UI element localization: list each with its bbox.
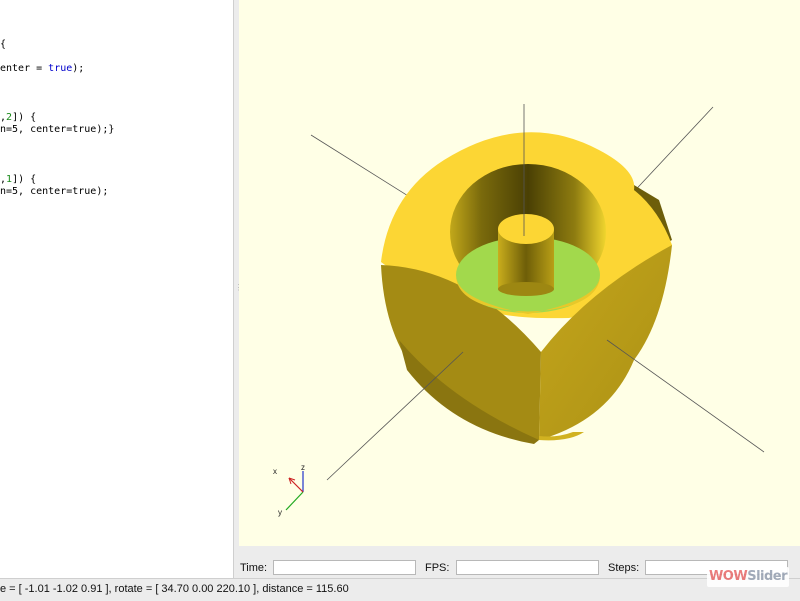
code-line: { [0,39,6,51]
gizmo-y-label: y [278,508,282,517]
steps-label: Steps: [608,562,640,574]
code-line: ,1]) { [0,174,36,186]
code-token: { [0,39,7,50]
neg-y-axis-line [326,351,464,481]
center-pin-base [498,282,554,296]
fps-field [456,560,599,575]
watermark-logo: WOWSlider [707,567,789,587]
gizmo-y-line [285,491,304,511]
fps-label: FPS: [425,562,450,574]
code-line: n=5, center=true);} [0,124,114,136]
time-field [273,560,416,575]
splitter-grip-icon: ⋮ [235,284,243,292]
center-pin-top [498,214,554,244]
time-label: Time: [240,562,268,574]
code-token: ]) { [12,174,37,185]
code-token: n=5, center=true);} [0,124,115,135]
code-token: true [48,63,73,74]
code-line: enter = true); [0,63,84,75]
code-token: n=5, center=true); [0,186,109,197]
neg-x-axis-line [606,339,765,453]
3d-viewport[interactable]: z x y [239,0,800,546]
code-token: ); [72,63,85,74]
status-bar: e = [ -1.01 -1.02 0.91 ], rotate = [ 34.… [0,578,800,601]
code-token: ]) { [12,112,37,123]
viewport-status-text: e = [ -1.01 -1.02 0.91 ], rotate = [ 34.… [0,583,349,595]
watermark-part2: Slider [747,569,788,584]
gizmo-x-line [288,477,304,493]
gizmo-x-label: x [273,467,277,476]
watermark-part1: WOW [708,569,748,584]
code-token: enter = [0,63,49,74]
axis-gizmo: z x y [273,463,305,517]
code-editor[interactable]: { enter = true); ,2]) { n=5, center=true… [0,0,234,578]
3d-render: z x y [273,104,765,517]
code-line: n=5, center=true); [0,186,108,198]
gizmo-z-label: z [301,463,305,472]
code-line: ,2]) { [0,112,36,124]
